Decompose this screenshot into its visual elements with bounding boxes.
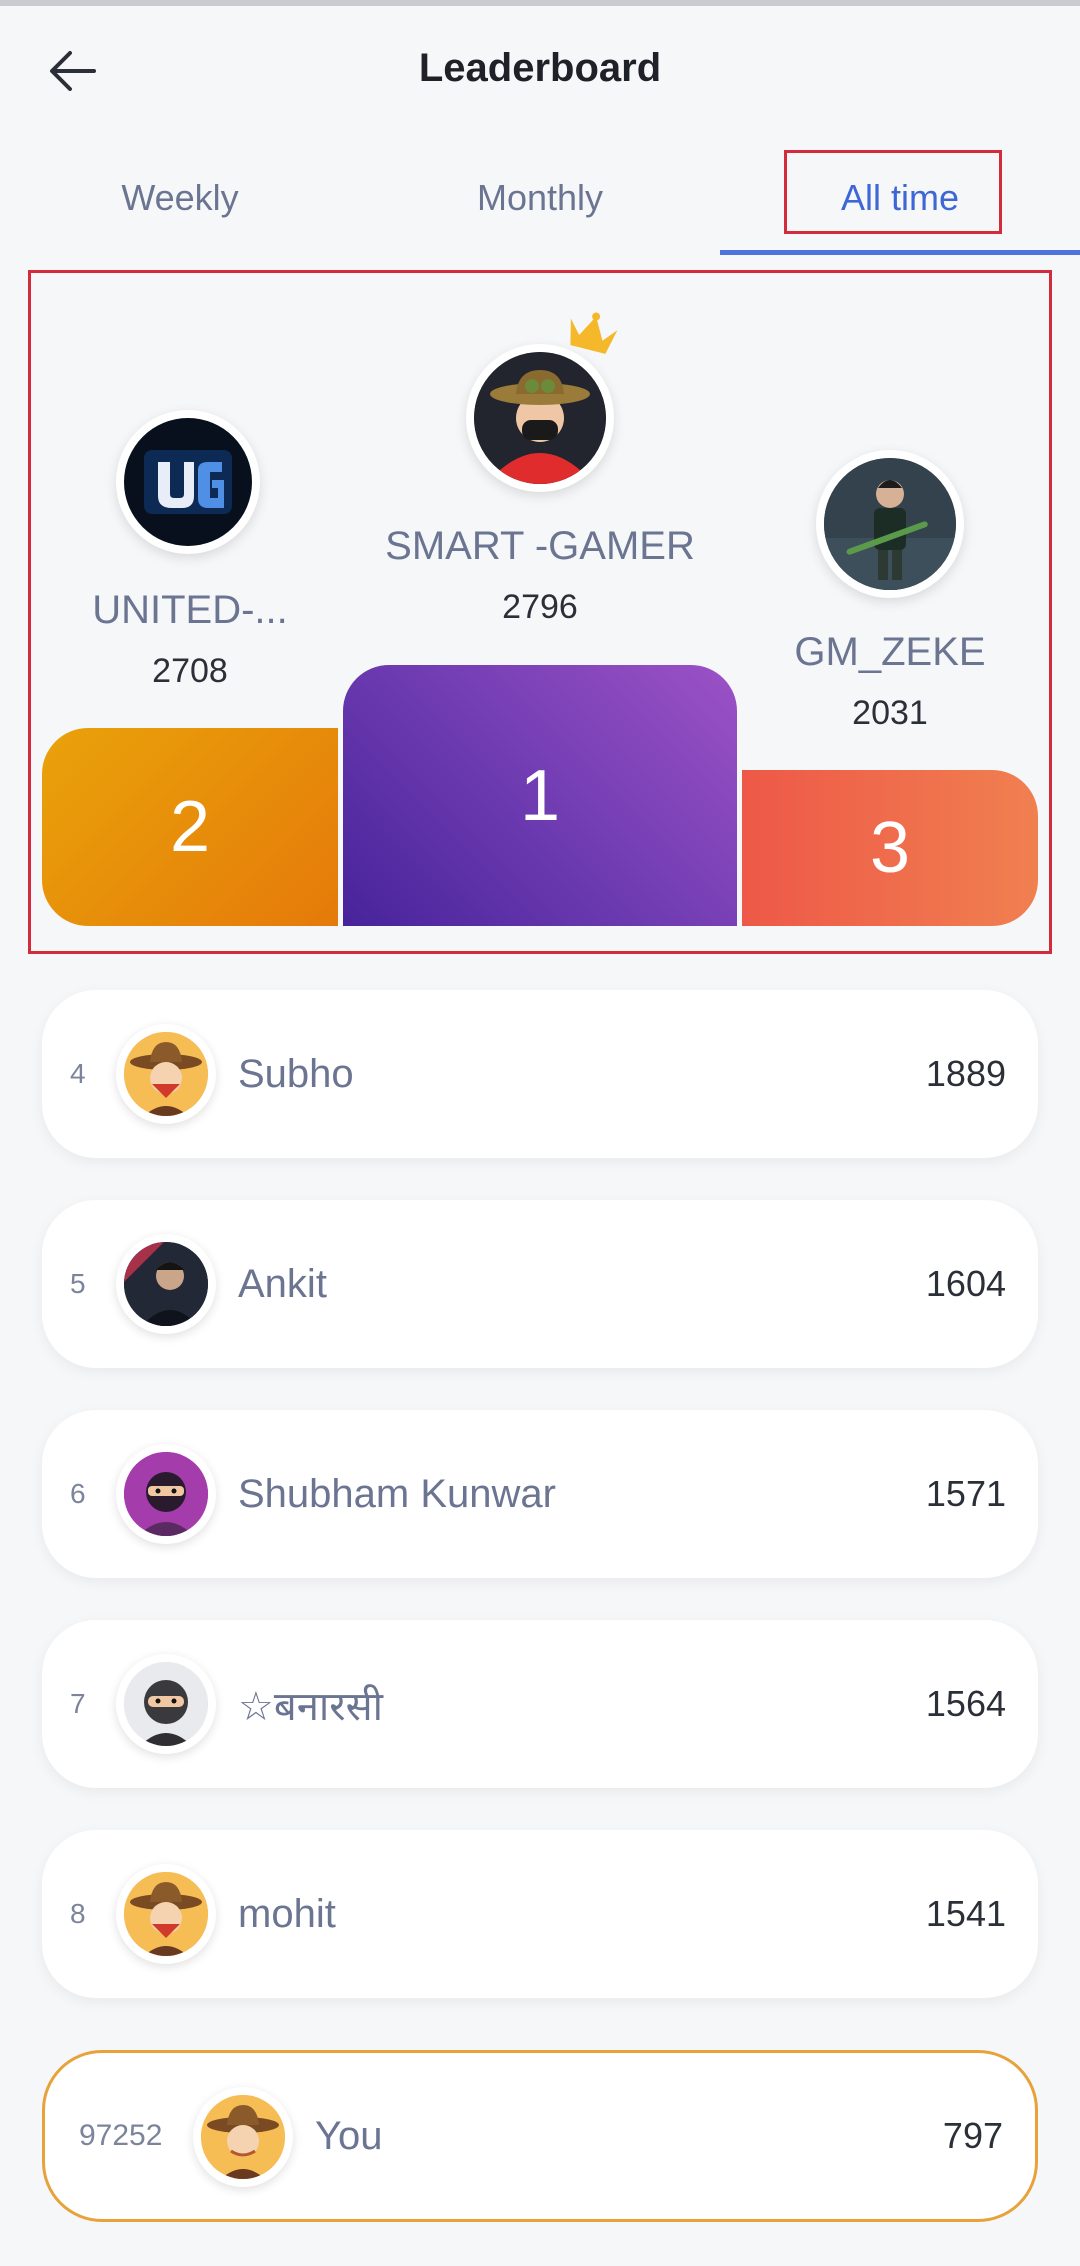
row-rank: 4 (70, 1058, 86, 1089)
podium-second-block: 2 (42, 728, 338, 926)
tab-weekly[interactable]: Weekly (0, 158, 360, 238)
row-score: 797 (942, 2115, 1003, 2156)
current-user-row[interactable]: 97252 You 797 (42, 2050, 1038, 2222)
cowboy-avatar-icon (124, 1032, 208, 1116)
leaderboard-row[interactable]: 8 mohit 1541 (42, 1830, 1038, 1998)
row-rank: 8 (70, 1898, 86, 1929)
avatar (116, 1654, 216, 1754)
podium-second-score: 2708 (152, 652, 228, 690)
podium-third-avatar[interactable] (816, 450, 964, 598)
avatar (193, 2087, 293, 2187)
row-name: Subho (238, 1051, 354, 1096)
avatar (116, 1234, 216, 1334)
united-gamers-logo (144, 450, 232, 514)
avatar (116, 1024, 216, 1124)
podium-third-score: 2031 (852, 694, 928, 732)
app-header: Leaderboard (0, 6, 1080, 134)
row-score: 1541 (925, 1893, 1006, 1934)
row-name: Ankit (238, 1261, 327, 1306)
leaderboard-row[interactable]: 4 Subho 1889 (42, 990, 1038, 1158)
row-name: Shubham Kunwar (238, 1471, 556, 1516)
leaderboard-row[interactable]: 5 Ankit 1604 (42, 1200, 1038, 1368)
row-rank: 5 (70, 1268, 86, 1299)
row-score: 1889 (925, 1053, 1006, 1094)
row-rank: 6 (70, 1478, 86, 1509)
row-rank: 97252 (79, 2119, 163, 2152)
avatar (116, 1864, 216, 1964)
page-title: Leaderboard (418, 46, 662, 90)
podium-first-score: 2796 (502, 588, 578, 626)
leaderboard-row[interactable]: 6 Shubham Kunwar 1571 (42, 1410, 1038, 1578)
podium-first-name: SMART -GAMER (385, 524, 695, 568)
crown-icon (570, 312, 618, 354)
podium-second-avatar[interactable] (116, 410, 260, 554)
row-score: 1571 (925, 1473, 1006, 1514)
row-score: 1564 (925, 1683, 1006, 1724)
tab-monthly[interactable]: Monthly (360, 158, 720, 238)
character-avatar-image (824, 458, 956, 590)
leaderboard-row[interactable]: 7 ☆बनारसी 1564 (42, 1620, 1038, 1788)
row-name: mohit (238, 1891, 336, 1936)
active-tab-indicator (720, 250, 1080, 255)
tab-highlight-box (784, 150, 1002, 234)
ninja-avatar-icon (124, 1452, 208, 1536)
row-name: ☆बनारसी (238, 1684, 384, 1729)
person-photo-icon (124, 1242, 208, 1326)
podium-first-block: 1 (343, 665, 737, 926)
ninja-gray-avatar-icon (124, 1662, 208, 1746)
gamer-avatar-image (474, 352, 606, 484)
podium-first-avatar[interactable] (466, 344, 614, 492)
cowboy-avatar-icon (201, 2095, 285, 2179)
row-rank: 7 (70, 1688, 86, 1719)
row-score: 1604 (925, 1263, 1006, 1304)
avatar (116, 1444, 216, 1544)
podium-second-name: UNITED-... (92, 588, 288, 632)
row-name: You (315, 2113, 383, 2158)
podium-third-block: 3 (742, 770, 1038, 926)
cowboy-avatar-icon (124, 1872, 208, 1956)
podium-third-name: GM_ZEKE (794, 630, 986, 674)
